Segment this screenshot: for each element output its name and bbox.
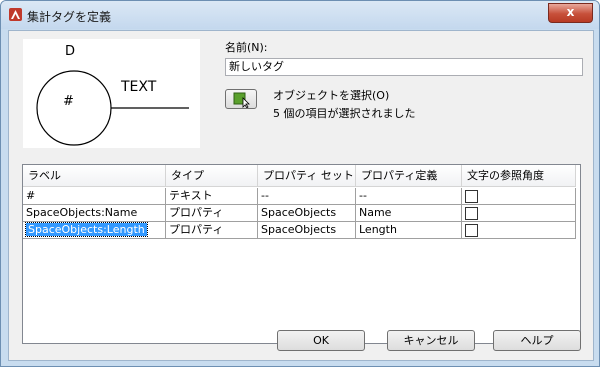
help-button[interactable]: ヘルプ bbox=[493, 330, 581, 351]
tag-preview: D # TEXT bbox=[23, 39, 200, 148]
column-header-type[interactable]: タイプ bbox=[166, 165, 258, 187]
row-2-text-angle-checkbox[interactable] bbox=[465, 207, 478, 220]
select-objects-icon bbox=[233, 92, 250, 109]
row-1-property-set[interactable]: -- bbox=[258, 188, 356, 205]
select-objects-button[interactable] bbox=[225, 89, 257, 109]
row-3-text-angle-checkbox[interactable] bbox=[465, 224, 478, 237]
preview-circle bbox=[36, 70, 112, 146]
preview-side-label: TEXT bbox=[120, 79, 157, 95]
column-header-property-definition[interactable]: プロパティ定義 bbox=[356, 165, 462, 187]
row-1-property-definition[interactable]: -- bbox=[356, 188, 462, 205]
tag-property-grid: ラベル タイプ プロパティ セット プロパティ定義 文字の参照角度 # テキスト… bbox=[22, 164, 581, 344]
row-3-property-set[interactable]: SpaceObjects bbox=[258, 222, 356, 239]
close-icon: x bbox=[566, 5, 575, 19]
close-button[interactable]: x bbox=[548, 3, 593, 23]
dialog-body: D # TEXT 名前(N): オブジェクトを選択(O) 5 個の項目が選択され… bbox=[8, 30, 594, 361]
autocad-app-icon bbox=[9, 8, 22, 21]
row-3-label[interactable]: SpaceObjects:Length bbox=[23, 222, 166, 239]
row-2-type[interactable]: プロパティ bbox=[166, 205, 258, 222]
tag-preview-drawing: D # TEXT bbox=[36, 44, 189, 146]
row-3-property-definition[interactable]: Length bbox=[356, 222, 462, 239]
preview-top-letter: D bbox=[65, 44, 75, 59]
row-1-label[interactable]: # bbox=[23, 188, 166, 205]
dialog-title: 集計タグを定義 bbox=[27, 10, 112, 24]
dialog-window: 集計タグを定義 x D # TEXT 名前(N): オブジェクトを選択(O) 5… bbox=[0, 0, 600, 367]
select-objects-label: オブジェクトを選択(O) bbox=[273, 89, 390, 102]
row-1-text-angle bbox=[462, 188, 576, 205]
column-header-label[interactable]: ラベル bbox=[23, 165, 166, 187]
ok-button[interactable]: OK bbox=[277, 330, 365, 351]
selected-count-text: 5 個の項目が選択されました bbox=[273, 107, 416, 120]
cancel-button[interactable]: キャンセル bbox=[387, 330, 475, 351]
name-label: 名前(N): bbox=[225, 41, 268, 54]
preview-center-symbol: # bbox=[63, 94, 74, 109]
title-bar[interactable]: 集計タグを定義 x bbox=[1, 1, 599, 29]
row-2-property-set[interactable]: SpaceObjects bbox=[258, 205, 356, 222]
row-2-text-angle bbox=[462, 205, 576, 222]
name-field[interactable] bbox=[225, 58, 583, 76]
row-2-label[interactable]: SpaceObjects:Name bbox=[23, 205, 166, 222]
column-header-text-angle[interactable]: 文字の参照角度 bbox=[462, 165, 576, 187]
row-1-type[interactable]: テキスト bbox=[166, 188, 258, 205]
row-1-text-angle-checkbox[interactable] bbox=[465, 190, 478, 203]
row-2-property-definition[interactable]: Name bbox=[356, 205, 462, 222]
row-3-text-angle bbox=[462, 222, 576, 239]
column-header-property-set[interactable]: プロパティ セット bbox=[258, 165, 356, 187]
row-3-type[interactable]: プロパティ bbox=[166, 222, 258, 239]
